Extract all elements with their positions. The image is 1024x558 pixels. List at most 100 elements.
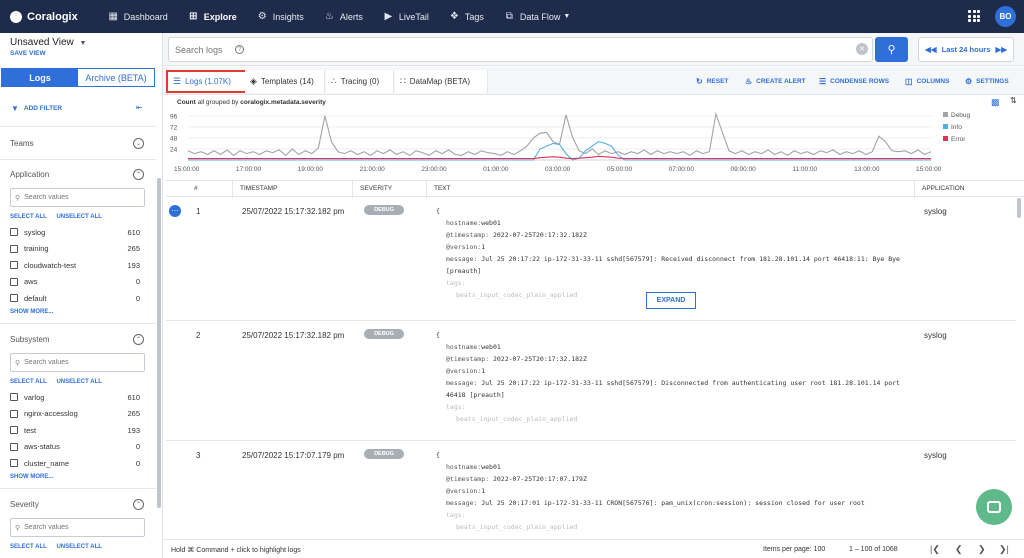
- column-header-number[interactable]: #: [194, 185, 198, 192]
- column-header-timestamp[interactable]: TIMESTAMP: [240, 185, 277, 192]
- table-row[interactable]: 2 25/07/2022 15:17:32.182 pm DEBUG { hos…: [166, 321, 1016, 441]
- column-header-text[interactable]: TEXT: [434, 185, 451, 192]
- subsystem-unselect-all[interactable]: UNSELECT ALL: [56, 379, 101, 385]
- checkbox[interactable]: [10, 393, 18, 402]
- nav-insights[interactable]: ⚙ Insights: [247, 0, 314, 33]
- table-row[interactable]: 3 25/07/2022 15:17:07.179 pm DEBUG { hos…: [166, 441, 1016, 541]
- checkbox[interactable]: [10, 261, 18, 270]
- tab-archive[interactable]: Archive (BETA): [78, 69, 154, 86]
- severity-badge: DEBUG: [364, 329, 404, 339]
- log-text[interactable]: { hostname:web01 @timestamp: 2022-07-25T…: [436, 329, 914, 425]
- nav-tags[interactable]: ❖ Tags: [439, 0, 494, 33]
- list-item[interactable]: aws-status 0: [10, 439, 140, 456]
- log-search-input[interactable]: [175, 44, 235, 55]
- table-row[interactable]: ⋯ 1 25/07/2022 15:17:32.182 pm DEBUG { h…: [166, 197, 1016, 321]
- application-chevron-up-icon[interactable]: ⌃: [133, 169, 144, 180]
- list-item[interactable]: cloudwatch-test 193: [10, 257, 140, 274]
- help-icon[interactable]: ?: [235, 45, 244, 54]
- previous-page-icon[interactable]: ❮: [955, 544, 963, 555]
- add-filter-button[interactable]: ▼ ADD FILTER: [11, 104, 62, 113]
- checkbox[interactable]: [10, 409, 18, 418]
- nav-alerts[interactable]: ♨ Alerts: [314, 0, 373, 33]
- tab-datamap[interactable]: ∷ DataMap (BETA): [395, 70, 488, 93]
- list-item[interactable]: test 193: [10, 422, 140, 439]
- checkbox[interactable]: [10, 228, 18, 237]
- user-avatar[interactable]: BO: [995, 6, 1016, 27]
- application-select-all[interactable]: SELECT ALL: [10, 214, 47, 220]
- checkbox[interactable]: [10, 244, 18, 253]
- sidebar-scrollbar[interactable]: [157, 178, 161, 508]
- tab-templates[interactable]: ◈ Templates (14): [245, 70, 325, 93]
- teams-chevron-down-icon[interactable]: ⌄: [133, 138, 144, 149]
- list-item[interactable]: aws 0: [10, 274, 140, 291]
- column-header-application[interactable]: APPLICATION: [922, 185, 965, 192]
- list-item[interactable]: syslog 610: [10, 224, 140, 241]
- json-key: @timestamp:: [446, 231, 490, 239]
- more-options-icon[interactable]: ⋯: [169, 205, 181, 217]
- subsystem-show-more[interactable]: SHOW MORE...: [10, 474, 53, 480]
- severity-search[interactable]: ⚲: [10, 518, 145, 537]
- severity-unselect-all[interactable]: UNSELECT ALL: [56, 544, 101, 550]
- json-open: {: [436, 451, 440, 459]
- nav-explore[interactable]: ⊞ Explore: [178, 0, 247, 33]
- subsystem-search-input[interactable]: [24, 359, 135, 366]
- list-item[interactable]: varlog 610: [10, 389, 140, 406]
- last-page-icon[interactable]: ❯|: [999, 544, 1009, 555]
- application-search[interactable]: ⚲: [10, 188, 145, 207]
- list-item[interactable]: default 0: [10, 290, 140, 307]
- severity-select-all[interactable]: SELECT ALL: [10, 544, 47, 550]
- save-view-button[interactable]: SAVE VIEW: [10, 50, 46, 57]
- collapse-filters-icon[interactable]: ⇤: [136, 103, 143, 112]
- checkbox[interactable]: [10, 459, 18, 468]
- subsystem-select-all[interactable]: SELECT ALL: [10, 379, 47, 385]
- condense-rows-button[interactable]: ☰ CONDENSE ROWS: [819, 77, 889, 86]
- items-per-page-select[interactable]: Items per page: 100: [763, 546, 825, 553]
- log-search-box[interactable]: ?: [168, 37, 873, 62]
- nav-data-flow[interactable]: ⧉ Data Flow ▼: [494, 0, 580, 33]
- apps-grid-icon[interactable]: [968, 10, 980, 22]
- clear-search-icon[interactable]: ✕: [856, 43, 868, 55]
- chat-support-button[interactable]: [976, 489, 1012, 525]
- create-alert-button[interactable]: ♨ CREATE ALERT: [745, 77, 806, 86]
- next-range-icon[interactable]: ▶▶: [995, 45, 1007, 54]
- settings-button[interactable]: ⚙ SETTINGS: [965, 77, 1009, 86]
- tab-logs[interactable]: Logs: [2, 69, 78, 86]
- application-search-input[interactable]: [24, 194, 135, 201]
- subsystem-chevron-up-icon[interactable]: ⌃: [133, 334, 144, 345]
- tab-tracing[interactable]: ∴ Tracing (0): [326, 70, 394, 93]
- list-item[interactable]: training 265: [10, 241, 140, 258]
- checkbox[interactable]: [10, 294, 18, 303]
- nav-alerts-label: Alerts: [339, 11, 363, 22]
- log-text[interactable]: { hostname:web01 @timestamp: 2022-07-25T…: [436, 449, 914, 533]
- next-page-icon[interactable]: ❯: [978, 544, 986, 555]
- json-key: message:: [446, 255, 478, 263]
- application-show-more[interactable]: SHOW MORE...: [10, 309, 53, 315]
- first-page-icon[interactable]: |❮: [930, 544, 940, 555]
- subsystem-search[interactable]: ⚲: [10, 353, 145, 372]
- sort-toggle-icon[interactable]: ⇅: [1010, 96, 1017, 105]
- checkbox[interactable]: [10, 442, 18, 451]
- nav-livetail[interactable]: ▶ LiveTail: [373, 0, 439, 33]
- brand[interactable]: Coralogix: [10, 10, 78, 23]
- teams-title: Teams: [10, 139, 34, 148]
- column-header-severity[interactable]: SEVERITY: [360, 185, 392, 192]
- list-item[interactable]: cluster_name 0: [10, 455, 140, 472]
- severity-search-input[interactable]: [24, 524, 135, 531]
- log-text[interactable]: { hostname:web01 @timestamp: 2022-07-25T…: [436, 205, 914, 301]
- tab-logs-results[interactable]: ☰ Logs (1.07K): [166, 70, 247, 93]
- checkbox[interactable]: [10, 426, 18, 435]
- columns-button[interactable]: ◫ COLUMNS: [905, 77, 949, 86]
- table-scrollbar[interactable]: [1017, 198, 1021, 218]
- bar-chart-icon[interactable]: ▩: [991, 97, 1000, 108]
- application-unselect-all[interactable]: UNSELECT ALL: [56, 214, 101, 220]
- reset-button[interactable]: ↻ RESET: [696, 77, 728, 86]
- time-range-picker[interactable]: ◀◀ Last 24 hours ▶▶: [918, 37, 1014, 62]
- view-selector[interactable]: Unsaved View ▼: [10, 37, 86, 48]
- previous-range-icon[interactable]: ◀◀: [925, 45, 937, 54]
- search-button[interactable]: ⚲: [875, 37, 908, 62]
- expand-button[interactable]: EXPAND: [646, 292, 696, 309]
- severity-chevron-up-icon[interactable]: ⌃: [133, 499, 144, 510]
- list-item[interactable]: nginx-accesslog 265: [10, 406, 140, 423]
- checkbox[interactable]: [10, 277, 18, 286]
- nav-dashboard[interactable]: ▦ Dashboard: [98, 0, 178, 33]
